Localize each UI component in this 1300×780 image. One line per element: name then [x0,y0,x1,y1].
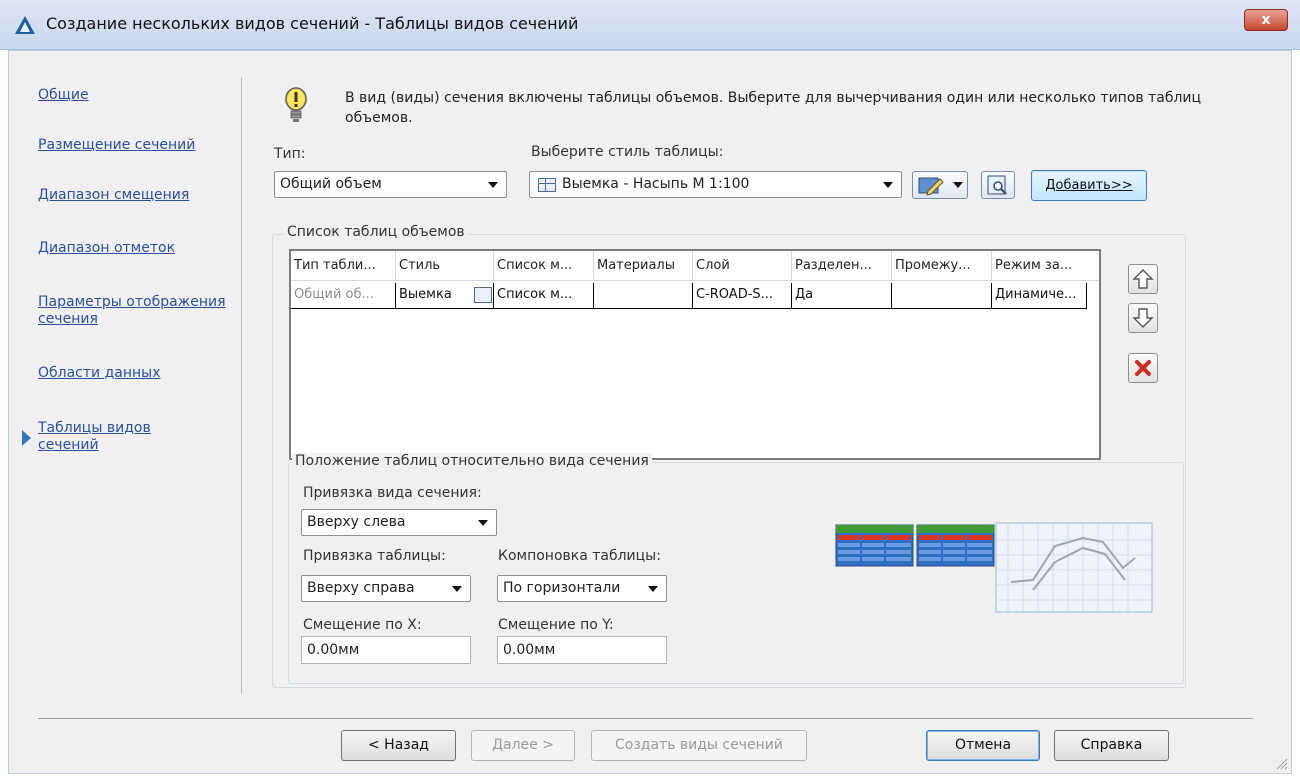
type-select[interactable]: Общий объем [274,171,507,198]
type-label: Тип: [274,146,306,162]
nav-item-section-view-tables[interactable]: Таблицы видов сечений [38,420,188,454]
table-layout-label: Компоновка таблицы: [498,548,661,564]
edit-style-button[interactable] [912,171,968,199]
move-up-button[interactable] [1128,264,1158,294]
style-select-value: Выемка - Насыпь М 1:100 [562,176,750,192]
position-group-title: Положение таблиц относительно вида сечен… [292,453,652,469]
table-cell[interactable] [892,283,992,308]
table-cell-style[interactable]: Выемка [396,283,494,308]
chevron-down-icon [488,182,498,188]
tables-grid[interactable]: Тип табли... Стиль Список м... Материалы… [289,249,1101,460]
tables-list-title: Список таблиц объемов [284,224,468,240]
move-down-button[interactable] [1128,303,1158,333]
table-cell[interactable]: Динамиче... [992,283,1087,308]
zoom-preview-icon [987,175,1007,195]
preview-style-button[interactable] [981,171,1015,199]
column-header[interactable]: Материалы [594,251,693,280]
table-cell: Выемка [399,287,452,302]
help-button[interactable]: Справка [1054,730,1169,761]
view-anchor-value: Вверху слева [307,514,406,530]
cancel-button[interactable]: Отмена [926,730,1040,761]
footer-divider [38,718,1253,719]
hint-text: В вид (виды) сечения включены таблицы об… [345,90,1202,126]
nav-divider [241,77,242,694]
table-anchor-select[interactable]: Вверху справа [301,575,471,602]
offset-y-label: Смещение по Y: [498,617,614,633]
next-button[interactable]: Далее > [471,730,575,761]
back-button[interactable]: < Назад [341,730,456,761]
arrow-up-icon [1132,269,1154,289]
type-select-value: Общий объем [280,176,382,192]
table-cell[interactable]: C-ROAD-S... [693,283,792,308]
table-layout-select[interactable]: По горизонтали [497,575,667,602]
close-button[interactable]: x [1244,9,1288,31]
delete-button[interactable] [1128,353,1158,383]
column-header[interactable]: Промежу... [892,251,992,280]
table-anchor-value: Вверху справа [307,580,415,596]
view-anchor-select[interactable]: Вверху слева [301,509,497,536]
offset-x-label: Смещение по X: [303,617,422,633]
layout-preview-image [835,522,1153,613]
chevron-down-icon [452,586,462,592]
nav-item-elevation-range[interactable]: Диапазон отметок [38,240,175,257]
nav-item-section-placement[interactable]: Размещение сечений [38,137,195,154]
table-row[interactable]: Общий об... Выемка Список м... C-ROAD-S.… [291,283,1087,309]
chevron-down-icon [648,586,658,592]
chevron-down-icon [883,182,893,188]
nav-item-data-bands[interactable]: Области данных [38,365,161,382]
arrow-down-icon [1132,308,1154,328]
column-header[interactable]: Тип табли... [291,251,396,280]
nav-item-display-options[interactable]: Параметры отображения сечения [38,294,228,328]
active-item-arrow-icon [22,430,31,446]
style-select[interactable]: Выемка - Насыпь М 1:100 [529,171,902,198]
chevron-down-icon [953,182,963,188]
column-header[interactable]: Режим за... [992,251,1092,280]
title-bar: Создание нескольких видов сечений - Табл… [0,0,1300,50]
delete-x-icon [1135,360,1151,376]
table-cell[interactable]: Да [792,283,892,308]
table-style-icon [538,178,556,192]
table-cell[interactable] [594,283,693,308]
table-layout-value: По горизонтали [503,580,621,596]
add-button[interactable]: Добавить>> [1031,170,1147,201]
table-cell[interactable]: Общий об... [291,283,396,308]
chevron-down-icon [478,520,488,526]
column-header[interactable]: Список м... [494,251,594,280]
grid-header: Тип табли... Стиль Список м... Материалы… [291,251,1099,281]
column-header[interactable]: Разделен... [792,251,892,280]
offset-y-field[interactable]: 0.00мм [497,636,667,664]
app-logo-icon [15,16,35,34]
add-button-label: Добавить>> [1045,178,1133,193]
resize-grip-icon[interactable] [1274,756,1288,770]
offset-x-field[interactable]: 0.00мм [301,636,471,664]
table-cell[interactable]: Список м... [494,283,594,308]
table-anchor-label: Привязка таблицы: [303,548,446,564]
lightbulb-icon [285,87,307,122]
style-label: Выберите стиль таблицы: [531,144,724,160]
column-header[interactable]: Стиль [396,251,494,280]
create-section-views-button[interactable]: Создать виды сечений [591,730,807,761]
view-anchor-label: Привязка вида сечения: [303,485,482,501]
table-style-icon[interactable] [474,287,492,303]
edit-pencil-icon [918,177,944,196]
nav-item-general[interactable]: Общие [38,87,89,104]
window-title: Создание нескольких видов сечений - Табл… [46,14,579,33]
column-header[interactable]: Слой [693,251,792,280]
nav-item-offset-range[interactable]: Диапазон смещения [38,187,189,204]
